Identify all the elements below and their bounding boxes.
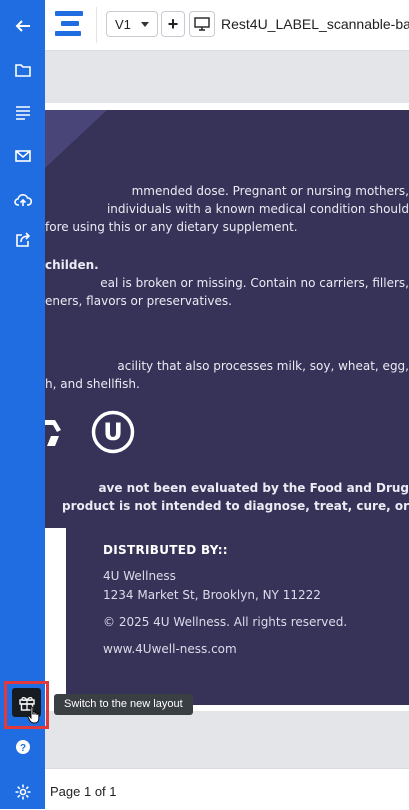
distributed-heading: DISTRIBUTED BY::: [103, 543, 228, 557]
label-text-line: childen.: [45, 258, 99, 272]
label-text-line: fore using this or any dietary supplemen…: [45, 220, 298, 234]
label-artwork: mmended dose. Pregnant or nursing mother…: [45, 110, 409, 705]
company-address: 1234 Market St, Brooklyn, NY 11222: [103, 588, 321, 602]
company-name: 4U Wellness: [103, 569, 176, 583]
share-icon[interactable]: [0, 226, 45, 254]
app-logo: [55, 11, 83, 36]
preview-button[interactable]: [189, 11, 215, 37]
label-text-line: mmended dose. Pregnant or nursing mother…: [131, 184, 409, 198]
chevron-down-icon: [141, 22, 149, 27]
settings-icon[interactable]: [0, 778, 45, 806]
bottom-bar: Page 1 of 1: [45, 768, 409, 810]
recycle-icon: [45, 420, 61, 446]
cloud-upload-icon[interactable]: [0, 186, 45, 214]
folder-icon[interactable]: [0, 56, 45, 84]
hand-cursor-icon: [27, 706, 40, 724]
website-text: www.4Uwell-ness.com: [103, 642, 237, 656]
back-arrow-icon[interactable]: [0, 12, 45, 40]
kosher-symbol-text: U: [103, 418, 123, 446]
label-text-line: eal is broken or missing. Contain no car…: [100, 276, 409, 290]
add-version-button[interactable]: +: [161, 11, 185, 37]
monitor-icon: [194, 17, 210, 31]
label-text-line: acility that also processes milk, soy, w…: [117, 359, 409, 373]
version-select[interactable]: V1: [106, 11, 158, 37]
kosher-ou-icon: U: [91, 410, 135, 454]
layout-tooltip: Switch to the new layout: [54, 694, 193, 715]
help-icon[interactable]: ?: [0, 733, 45, 761]
highlight-box: [4, 681, 49, 729]
label-text-line: individuals with a known medical conditi…: [106, 202, 409, 216]
page-indicator: Page 1 of 1: [50, 784, 117, 799]
toolbar-divider: [96, 7, 97, 43]
label-white-panel: [45, 528, 66, 705]
label-text-line: ave not been evaluated by the Food and D…: [98, 481, 409, 495]
document-title: Rest4U_LABEL_scannable-ba: [221, 16, 409, 32]
label-text-line: eners, flavors or preservatives.: [45, 294, 232, 308]
lines-icon[interactable]: [0, 99, 45, 127]
label-text-line: h, and shellfish.: [45, 377, 140, 391]
svg-text:?: ?: [19, 743, 25, 754]
mail-icon[interactable]: [0, 142, 45, 170]
copyright-text: © 2025 4U Wellness. All rights reserved.: [103, 615, 348, 629]
label-text-line: product is not intended to diagnose, tre…: [62, 499, 409, 513]
version-label: V1: [115, 16, 131, 32]
